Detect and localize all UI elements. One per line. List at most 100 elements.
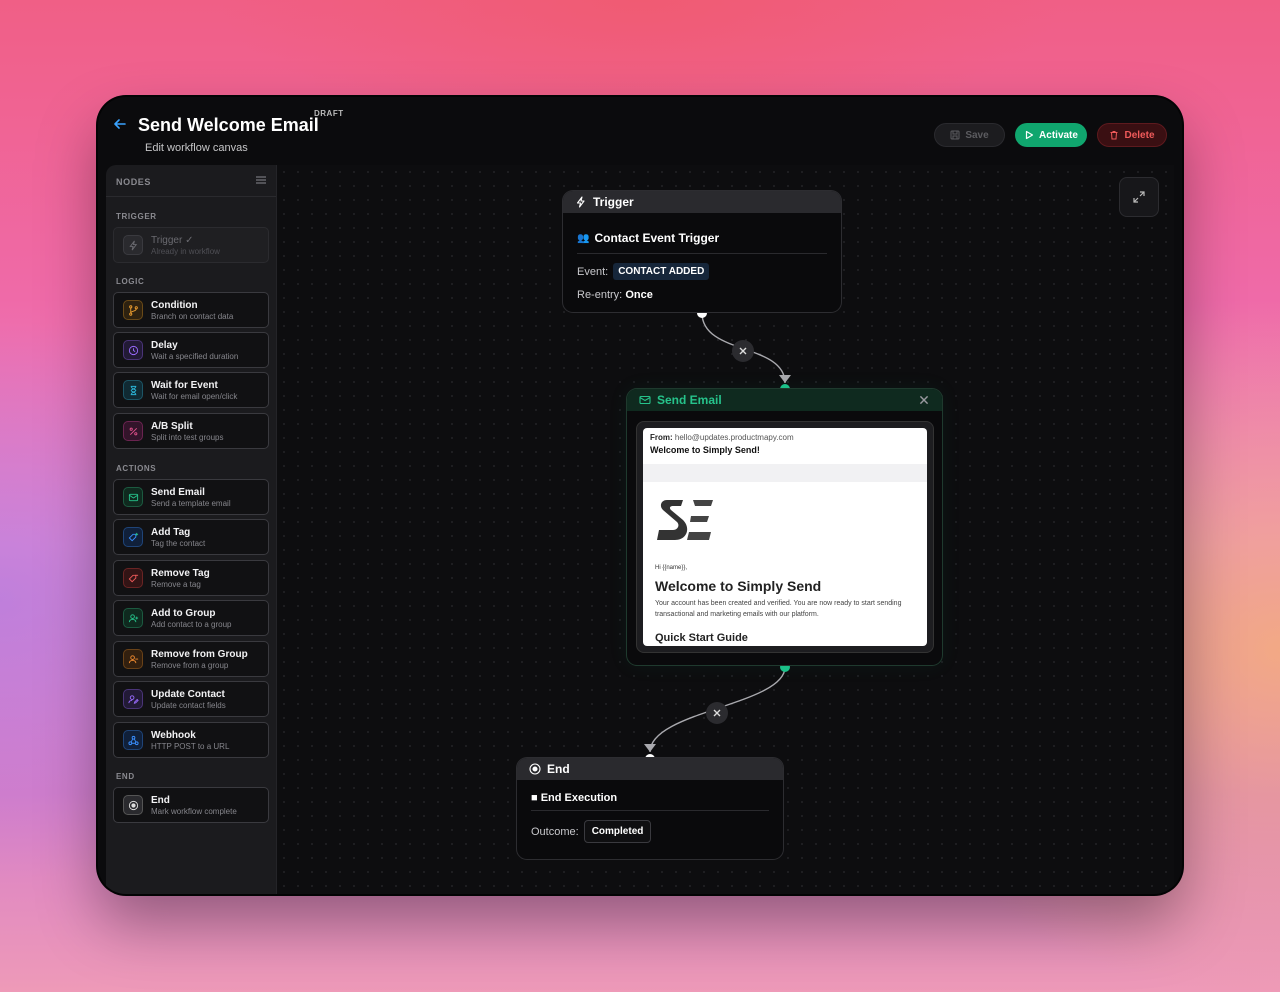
sidebar-item-condition[interactable]: Condition Branch on contact data: [113, 292, 269, 328]
sidebar-item-label: Add Tag: [151, 527, 191, 538]
email-from-value: hello@updates.productmapy.com: [674, 433, 794, 442]
sidebar-header: NODES: [106, 165, 276, 197]
trigger-name-text: Contact Event Trigger: [594, 231, 720, 245]
sidebar-item-wait-for-event[interactable]: Wait for Event Wait for email open/click: [113, 372, 269, 408]
sidebar-item-delay[interactable]: Delay Wait a specified duration: [113, 332, 269, 368]
close-icon: [713, 709, 721, 717]
sidebar-item-desc: Already in workflow: [151, 247, 220, 256]
sidebar-title: NODES: [116, 177, 152, 187]
user-minus-icon: [123, 649, 143, 669]
send-email-node[interactable]: Send Email From: hello@updates.productma…: [627, 389, 942, 665]
delete-button[interactable]: Delete: [1097, 123, 1167, 147]
sidebar-item-label: Update Contact: [151, 689, 225, 700]
target-icon: [123, 795, 143, 815]
sidebar-item-desc: Branch on contact data: [151, 312, 234, 321]
page-subtitle: Edit workflow canvas: [145, 142, 248, 154]
close-icon[interactable]: [918, 394, 930, 406]
page-title: Send Welcome Email: [138, 115, 319, 135]
sidebar-item-send-email[interactable]: Send Email Send a template email: [113, 479, 269, 515]
email-from: From: hello@updates.productmapy.com: [650, 433, 794, 442]
save-button-label: Save: [965, 129, 989, 141]
branch-icon: [123, 300, 143, 320]
trigger-reentry: Re-entry: Once: [577, 289, 653, 301]
end-node[interactable]: End ■ End Execution Outcome: Completed: [517, 758, 783, 859]
sidebar-item-desc: Add contact to a group: [151, 620, 232, 629]
outcome-label: Outcome:: [531, 825, 579, 838]
sidebar-item-label: End: [151, 795, 170, 806]
workflow-window: Send Welcome Email DRAFT Edit workflow c…: [98, 97, 1182, 894]
sidebar-item-desc: Remove from a group: [151, 661, 229, 670]
edge-arrow-1: [779, 375, 791, 383]
trigger-event: Event: CONTACT ADDED: [577, 263, 710, 280]
edge-arrow-2: [644, 744, 656, 752]
bolt-icon: [123, 235, 143, 255]
menu-icon[interactable]: [256, 176, 266, 184]
play-icon: [1025, 130, 1034, 140]
sidebar-item-end[interactable]: End Mark workflow complete: [113, 787, 269, 823]
activate-button[interactable]: Activate: [1015, 123, 1087, 147]
simply-send-logo: [657, 500, 713, 540]
nodes-sidebar: NODES TRIGGER Trigger ✓ Already in workf…: [106, 165, 277, 894]
sidebar-item-label: Send Email: [151, 487, 205, 498]
reentry-value: Once: [625, 289, 653, 301]
editor-body: NODES TRIGGER Trigger ✓ Already in workf…: [106, 165, 1174, 894]
email-header-band: [643, 464, 927, 482]
target-icon: [529, 763, 541, 775]
trash-icon: [1110, 131, 1118, 140]
tag-minus-icon: [123, 568, 143, 588]
email-preview: From: hello@updates.productmapy.com Welc…: [643, 428, 927, 646]
send-email-node-title: Send Email: [657, 393, 722, 407]
sidebar-item-webhook[interactable]: Webhook HTTP POST to a URL: [113, 722, 269, 758]
sidebar-item-desc: Update contact fields: [151, 701, 226, 710]
sidebar-item-desc: Remove a tag: [151, 580, 201, 589]
sidebar-item-label: Delay: [151, 340, 178, 351]
event-label: Event:: [577, 265, 609, 278]
remove-edge-button[interactable]: [732, 340, 754, 362]
sidebar-item-desc: Mark workflow complete: [151, 807, 237, 816]
bolt-icon: [576, 196, 585, 208]
end-name: ■ End Execution: [531, 792, 618, 804]
sidebar-item-label: Wait for Event: [151, 380, 218, 391]
sidebar-item-remove-tag[interactable]: Remove Tag Remove a tag: [113, 560, 269, 596]
divider: [577, 253, 827, 254]
workflow-canvas[interactable]: Trigger 👥 Contact Event Trigger Event: C…: [277, 165, 1174, 894]
users-icon: 👥: [577, 232, 590, 244]
mail-icon: [639, 395, 651, 405]
sidebar-item-add-tag[interactable]: Add Tag Tag the contact: [113, 519, 269, 555]
section-end: END: [116, 772, 135, 781]
sidebar-item-remove-from-group[interactable]: Remove from Group Remove from a group: [113, 641, 269, 677]
sidebar-item-desc: Wait a specified duration: [151, 352, 239, 361]
email-heading: Welcome to Simply Send: [655, 578, 822, 594]
sidebar-item-label: Condition: [151, 300, 198, 311]
trigger-node-header: Trigger: [563, 191, 841, 213]
sidebar-item-desc: Send a template email: [151, 499, 231, 508]
trigger-node[interactable]: Trigger 👥 Contact Event Trigger Event: C…: [563, 191, 841, 312]
close-icon: [739, 347, 747, 355]
email-body: Your account has been created and verifi…: [655, 600, 902, 618]
sidebar-item-add-to-group[interactable]: Add to Group Add contact to a group: [113, 600, 269, 636]
webhook-icon: [123, 730, 143, 750]
send-email-node-header: Send Email: [627, 389, 942, 411]
divider: [531, 810, 769, 811]
sidebar-item-ab-split[interactable]: A/B Split Split into test groups: [113, 413, 269, 449]
delete-button-label: Delete: [1124, 129, 1155, 141]
save-button[interactable]: Save: [934, 123, 1005, 147]
sidebar-item-desc: Wait for email open/click: [151, 392, 238, 401]
remove-edge-button[interactable]: [706, 702, 728, 724]
sidebar-item-trigger: Trigger ✓ Already in workflow: [113, 227, 269, 263]
sidebar-item-label: Webhook: [151, 730, 196, 741]
sidebar-item-label: Trigger ✓: [151, 235, 194, 246]
sidebar-item-desc: Split into test groups: [151, 433, 224, 442]
end-node-title: End: [547, 762, 570, 776]
email-from-label: From:: [650, 433, 673, 442]
email-subheading: Quick Start Guide: [655, 632, 748, 644]
draft-badge: DRAFT: [314, 109, 344, 118]
email-preview-frame: From: hello@updates.productmapy.com Welc…: [636, 421, 934, 653]
sidebar-item-label: Remove from Group: [151, 649, 248, 660]
section-trigger: TRIGGER: [116, 212, 157, 221]
sidebar-item-label: Add to Group: [151, 608, 216, 619]
back-arrow-icon[interactable]: [113, 117, 127, 131]
user-edit-icon: [123, 689, 143, 709]
sidebar-item-update-contact[interactable]: Update Contact Update contact fields: [113, 681, 269, 717]
fullscreen-button[interactable]: [1119, 177, 1159, 217]
